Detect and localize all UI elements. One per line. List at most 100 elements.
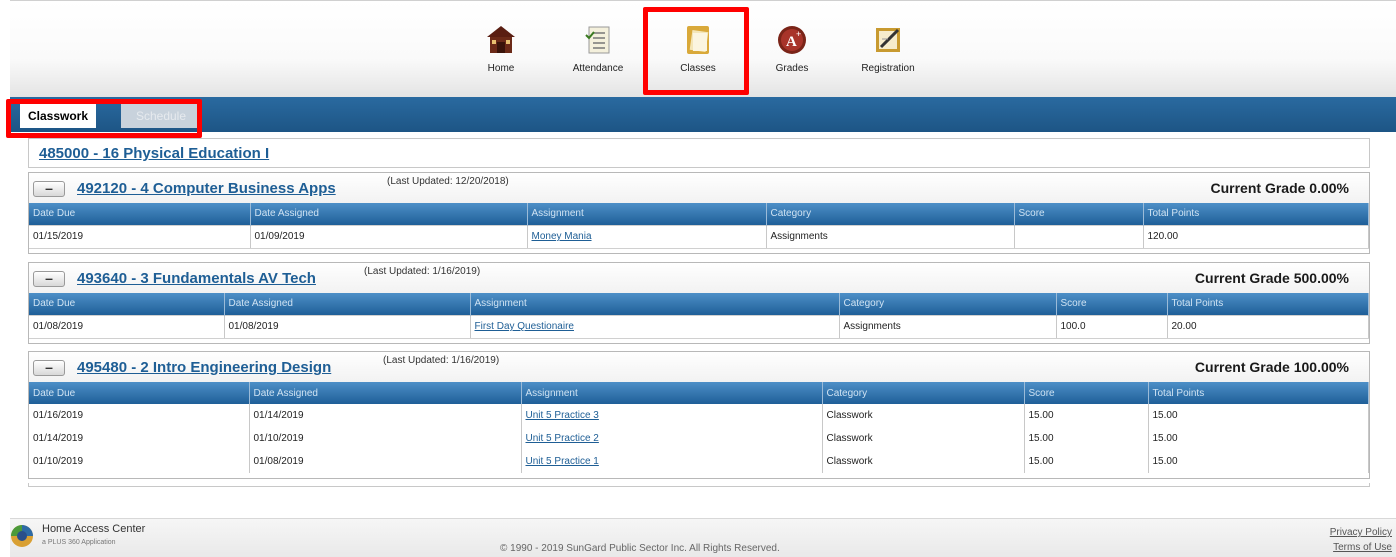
app-subtitle: a PLUS 360 Application — [42, 539, 116, 546]
col-total-points[interactable]: Total Points — [1143, 203, 1369, 225]
cell-total-points: 20.00 — [1167, 314, 1369, 339]
cell-date-due: 01/10/2019 — [29, 450, 250, 473]
col-assignment[interactable]: Assignment — [521, 382, 823, 404]
table-row: 01/16/2019 01/14/2019 Unit 5 Practice 3 … — [29, 404, 1369, 427]
cell-date-assigned: 01/09/2019 — [250, 224, 528, 249]
col-date-due[interactable]: Date Due — [29, 203, 251, 225]
table-row: 01/14/2019 01/10/2019 Unit 5 Practice 2 … — [29, 427, 1369, 450]
last-updated: (Last Updated: 12/20/2018) — [387, 176, 509, 187]
course-link-fundamentals-av-tech[interactable]: 493640 - 3 Fundamentals AV Tech — [77, 270, 316, 287]
cell-score: 100.0 — [1056, 314, 1168, 339]
cell-date-due: 01/08/2019 — [29, 314, 225, 339]
privacy-policy-link[interactable]: Privacy Policy — [1330, 527, 1392, 538]
cell-date-assigned: 01/08/2019 — [249, 450, 522, 473]
col-date-due[interactable]: Date Due — [29, 293, 225, 315]
course-block-computer-business-apps: – 492120 - 4 Computer Business Apps (Las… — [28, 172, 1370, 254]
nav-home-label: Home — [487, 63, 515, 74]
assignment-link[interactable]: Unit 5 Practice 2 — [526, 433, 599, 444]
col-assignment[interactable]: Assignment — [470, 293, 840, 315]
assignments-table: Date Due Date Assigned Assignment Catego… — [29, 203, 1369, 249]
app-name: Home Access Center — [42, 523, 146, 535]
home-icon — [487, 26, 515, 53]
terms-of-use-link[interactable]: Terms of Use — [1333, 542, 1392, 553]
course-block-intro-engineering-design: – 495480 - 2 Intro Engineering Design (L… — [28, 351, 1370, 479]
svg-text:+: + — [796, 29, 801, 39]
content-bottom-border — [28, 483, 1370, 487]
nav-grades[interactable]: A + Grades — [770, 23, 814, 74]
col-score[interactable]: Score — [1024, 382, 1149, 404]
cell-category: Classwork — [822, 427, 1025, 450]
classwork-highlight-box — [6, 99, 202, 138]
col-date-assigned[interactable]: Date Assigned — [249, 382, 522, 404]
current-grade: Current Grade 0.00% — [1210, 180, 1350, 196]
cell-total-points: 120.00 — [1143, 224, 1369, 249]
cell-score: 15.00 — [1024, 450, 1149, 473]
cell-total-points: 15.00 — [1148, 404, 1369, 427]
registration-icon — [876, 28, 900, 52]
current-grade: Current Grade 100.00% — [1194, 359, 1349, 375]
course-header-physical-ed: 485000 - 16 Physical Education I — [28, 138, 1370, 168]
cell-date-due: 01/14/2019 — [29, 427, 250, 450]
col-score[interactable]: Score — [1056, 293, 1168, 315]
attendance-icon — [585, 26, 610, 54]
cell-score — [1014, 224, 1144, 249]
collapse-button[interactable]: – — [33, 181, 65, 197]
col-total-points[interactable]: Total Points — [1167, 293, 1369, 315]
collapse-button[interactable]: – — [33, 360, 65, 376]
cell-score: 15.00 — [1024, 404, 1149, 427]
table-header-row: Date Due Date Assigned Assignment Catego… — [29, 382, 1369, 404]
course-link-computer-business-apps[interactable]: 492120 - 4 Computer Business Apps — [77, 180, 336, 197]
cell-date-due: 01/15/2019 — [29, 224, 251, 249]
nav-attendance-label: Attendance — [572, 63, 624, 74]
nav-registration[interactable]: Registration — [852, 23, 924, 74]
course-block-header: – 495480 - 2 Intro Engineering Design (L… — [29, 352, 1369, 382]
col-category[interactable]: Category — [822, 382, 1025, 404]
col-date-assigned[interactable]: Date Assigned — [224, 293, 471, 315]
table-header-row: Date Due Date Assigned Assignment Catego… — [29, 293, 1369, 315]
copyright: © 1990 - 2019 SunGard Public Sector Inc.… — [500, 543, 780, 554]
assignments-table: Date Due Date Assigned Assignment Catego… — [29, 382, 1369, 473]
col-total-points[interactable]: Total Points — [1148, 382, 1369, 404]
tab-bar: Classwork Schedule — [10, 97, 1396, 132]
table-row: 01/08/2019 01/08/2019 First Day Question… — [29, 314, 1369, 339]
cell-total-points: 15.00 — [1148, 427, 1369, 450]
col-category[interactable]: Category — [839, 293, 1057, 315]
cell-category: Assignments — [839, 314, 1057, 339]
assignment-link[interactable]: Unit 5 Practice 3 — [526, 410, 599, 421]
grades-icon: A + — [778, 26, 806, 54]
cell-category: Classwork — [822, 404, 1025, 427]
assignment-link[interactable]: First Day Questionaire — [475, 321, 574, 332]
assignment-link[interactable]: Unit 5 Practice 1 — [526, 456, 599, 467]
cell-total-points: 15.00 — [1148, 450, 1369, 473]
cell-date-assigned: 01/08/2019 — [224, 314, 471, 339]
course-block-fundamentals-av-tech: – 493640 - 3 Fundamentals AV Tech (Last … — [28, 262, 1370, 344]
course-block-header: – 493640 - 3 Fundamentals AV Tech (Last … — [29, 263, 1369, 293]
nav-registration-label: Registration — [861, 63, 915, 74]
col-score[interactable]: Score — [1014, 203, 1144, 225]
course-link-intro-engineering-design[interactable]: 495480 - 2 Intro Engineering Design — [77, 359, 331, 376]
last-updated: (Last Updated: 1/16/2019) — [383, 355, 500, 366]
cell-date-assigned: 01/10/2019 — [249, 427, 522, 450]
cell-category: Classwork — [822, 450, 1025, 473]
last-updated: (Last Updated: 1/16/2019) — [364, 266, 481, 277]
assignment-link[interactable]: Money Mania — [532, 231, 592, 242]
assignments-table: Date Due Date Assigned Assignment Catego… — [29, 293, 1369, 339]
nav-grades-label: Grades — [775, 63, 809, 74]
col-category[interactable]: Category — [766, 203, 1015, 225]
home-access-center-logo-icon — [11, 525, 33, 547]
col-assignment[interactable]: Assignment — [527, 203, 767, 225]
course-link-physical-ed[interactable]: 485000 - 16 Physical Education I — [39, 145, 269, 162]
cell-category: Assignments — [766, 224, 1015, 249]
nav-attendance[interactable]: Attendance — [565, 23, 631, 74]
table-row: 01/15/2019 01/09/2019 Money Mania Assign… — [29, 224, 1369, 249]
col-date-assigned[interactable]: Date Assigned — [250, 203, 528, 225]
col-date-due[interactable]: Date Due — [29, 382, 250, 404]
nav-home[interactable]: Home — [481, 23, 521, 74]
classes-highlight-box — [643, 7, 749, 95]
collapse-button[interactable]: – — [33, 271, 65, 287]
table-row: 01/10/2019 01/08/2019 Unit 5 Practice 1 … — [29, 450, 1369, 473]
table-header-row: Date Due Date Assigned Assignment Catego… — [29, 203, 1369, 225]
cell-score: 15.00 — [1024, 427, 1149, 450]
current-grade: Current Grade 500.00% — [1194, 270, 1349, 286]
cell-date-due: 01/16/2019 — [29, 404, 250, 427]
